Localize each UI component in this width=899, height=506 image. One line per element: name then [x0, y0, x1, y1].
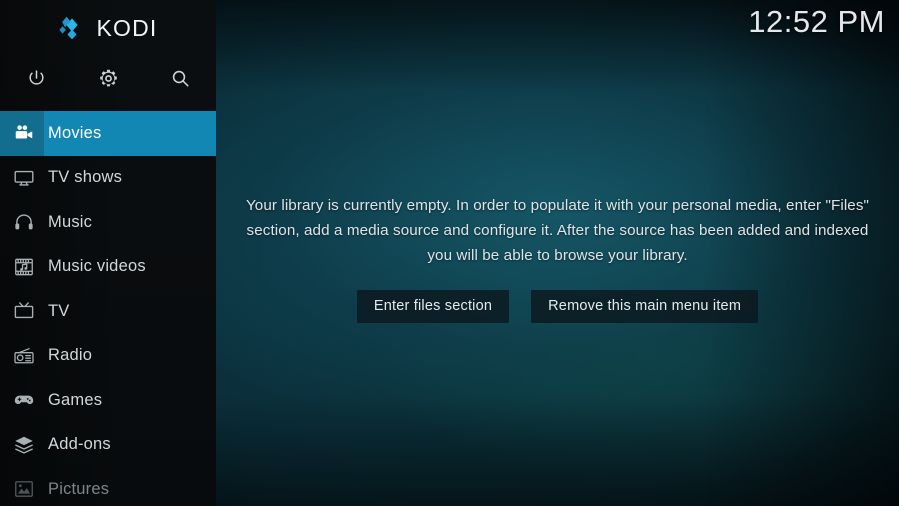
toolbar: [0, 58, 216, 98]
sidebar-item-movies[interactable]: Movies: [0, 111, 216, 156]
sidebar-item-games[interactable]: Games: [0, 378, 216, 423]
sidebar-item-label: TV shows: [48, 168, 123, 187]
gear-icon: [99, 69, 117, 86]
sidebar-item-label: Music videos: [48, 257, 146, 276]
app-name: KODI: [96, 14, 158, 41]
search-icon: [172, 70, 188, 86]
search-button[interactable]: [144, 58, 216, 98]
sidebar-item-label: Pictures: [48, 479, 110, 498]
sidebar-item-tv-shows[interactable]: TV shows: [0, 156, 216, 201]
movie-camera-icon: [0, 122, 48, 144]
enter-files-section-button[interactable]: Enter files section: [356, 290, 510, 323]
remove-main-menu-item-button[interactable]: Remove this main menu item: [531, 290, 759, 323]
sidebar-item-label: Add-ons: [48, 435, 111, 454]
app-logo: KODI: [0, 8, 216, 48]
monitor-glyph: [14, 170, 34, 186]
empty-library-message: Your library is currently empty. In orde…: [245, 197, 870, 264]
sidebar-item-label: Music: [48, 212, 93, 231]
kodi-home-screen: 12:52 PM KODI Movies TV shows Music Musi…: [0, 0, 899, 506]
sidebar-item-pictures[interactable]: Pictures: [0, 467, 216, 506]
sidebar-menu: Movies TV shows Music Music videos TV Ra…: [0, 111, 216, 506]
sidebar-item-radio[interactable]: Radio: [0, 334, 216, 379]
addons-box-glyph: [15, 436, 33, 454]
sidebar-item-add-ons[interactable]: Add-ons: [0, 423, 216, 468]
tv-set-glyph: [14, 302, 34, 319]
radio-icon: [0, 345, 48, 367]
movie-camera-glyph: [15, 125, 33, 139]
sidebar-item-label: TV: [48, 301, 70, 320]
sidebar-item-music-videos[interactable]: Music videos: [0, 245, 216, 290]
empty-library-actions: Enter files section Remove this main men…: [238, 290, 878, 323]
power-icon: [29, 69, 43, 85]
sidebar-item-label: Radio: [48, 346, 93, 365]
headphones-glyph: [15, 214, 33, 230]
gamepad-glyph: [14, 395, 34, 405]
film-note-glyph: [15, 258, 33, 276]
sidebar-item-label: Games: [48, 390, 103, 409]
settings-button[interactable]: [72, 58, 144, 98]
main-content: Your library is currently empty. In orde…: [216, 0, 899, 506]
headphones-icon: [0, 211, 48, 233]
sidebar-item-music[interactable]: Music: [0, 200, 216, 245]
sidebar: KODI Movies TV shows Music Music videos …: [0, 0, 216, 506]
sidebar-item-tv[interactable]: TV: [0, 289, 216, 334]
tv-set-icon: [0, 300, 48, 322]
radio-glyph: [14, 347, 34, 364]
film-note-icon: [0, 256, 48, 278]
picture-glyph: [15, 481, 33, 498]
power-button[interactable]: [0, 58, 72, 98]
empty-library-panel: Your library is currently empty. In orde…: [238, 193, 878, 323]
kodi-logo-icon: [59, 16, 79, 40]
monitor-icon: [0, 167, 48, 189]
sidebar-item-label: Movies: [48, 123, 102, 142]
gamepad-icon: [0, 389, 48, 411]
addons-box-icon: [0, 434, 48, 456]
picture-icon: [0, 478, 48, 500]
